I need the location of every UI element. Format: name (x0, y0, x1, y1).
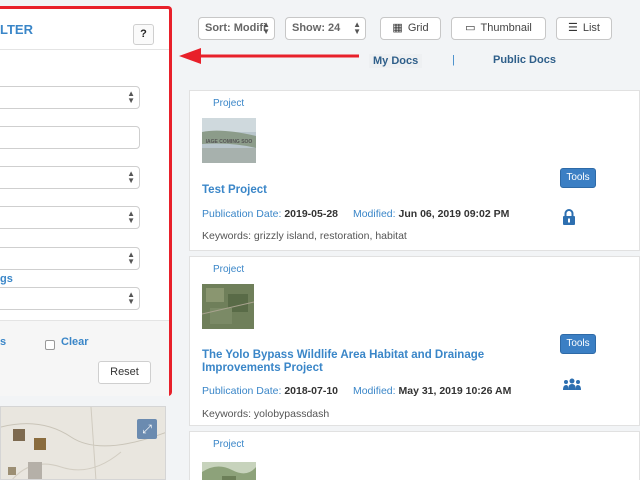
doc-type-label: Project (213, 264, 245, 275)
thumbnail-image (202, 284, 254, 329)
results-list: Project IAGE COMING SOO Test Project Pub… (189, 90, 640, 480)
tab-separator: | (452, 54, 455, 66)
doc-title-link[interactable]: The Yolo Bypass Wildlife Area Habitat an… (202, 349, 502, 375)
modified-value: Jun 06, 2019 09:02 PM (398, 208, 510, 220)
list-view-button[interactable]: ☰ List (556, 17, 612, 40)
doc-type-label: Project (213, 439, 245, 450)
modified-label: Modified: (352, 208, 396, 220)
list-label: List (582, 22, 600, 34)
show-dropdown[interactable]: Show: 24 ▲ ▼ (285, 17, 366, 40)
annotation-arrow-icon (179, 48, 359, 64)
doc-dates: Publication Date: 2019-05-28 Modified: J… (202, 208, 509, 220)
clear-label[interactable]: Clear (61, 336, 89, 348)
select-arrows-icon: ▲ ▼ (127, 209, 135, 225)
pub-date-label: Publication Date: (202, 208, 282, 220)
tags-label: gs (0, 273, 13, 285)
select-arrows-icon: ▲ ▼ (127, 169, 135, 185)
footer-link[interactable]: s (0, 336, 6, 348)
show-label: Show: 24 (292, 22, 341, 34)
filter-footer: s Clear Reset (0, 320, 169, 396)
list-icon: ☰ (568, 22, 578, 34)
filter-select-3[interactable]: ▲ ▼ (0, 206, 140, 229)
thumbnail-label: Thumbnail (480, 22, 532, 34)
tools-button[interactable]: Tools (560, 334, 596, 354)
select-arrows-icon: ▲ ▼ (353, 20, 361, 36)
pub-date-label: Publication Date: (202, 385, 282, 397)
doc-keywords: Keywords: grizzly island, restoration, h… (202, 230, 407, 242)
select-arrows-icon: ▲ ▼ (127, 290, 135, 306)
thumbnail-image (202, 462, 256, 480)
sort-dropdown[interactable]: Sort: Modifi ▲ ▼ (198, 17, 275, 40)
sort-label: Sort: Modifi (205, 22, 267, 34)
divider (0, 49, 169, 50)
filter-select-1[interactable]: ▲ ▼ (0, 86, 140, 109)
doc-dates: Publication Date: 2018-07-10 Modified: M… (202, 385, 511, 397)
list-item: Project IAGE COMING SOO Test Project Pub… (189, 90, 640, 251)
filter-text-input[interactable] (0, 126, 140, 149)
map-terrain (1, 407, 165, 479)
grid-view-button[interactable]: ▦ Grid (380, 17, 441, 40)
expand-icon[interactable]: ⤢ (137, 419, 157, 439)
doc-thumbnail[interactable] (202, 462, 256, 480)
filter-title: LTER (0, 22, 33, 37)
tab-my-docs[interactable]: My Docs (369, 54, 423, 68)
doc-keywords: Keywords: yolobypassdash (202, 408, 330, 420)
filter-panel: LTER ? ▲ ▼ ▲ ▼ ▲ ▼ ▲ ▼ gs ▲ ▼ s Clear Reset (0, 6, 172, 396)
list-item: Project (189, 431, 640, 480)
doc-title-link[interactable]: Test Project (202, 184, 542, 197)
map-preview[interactable]: ⤢ (0, 406, 166, 480)
filter-select-4[interactable]: ▲ ▼ (0, 247, 140, 270)
thumbnail-caption: IAGE COMING SOO (205, 139, 253, 145)
select-arrows-icon: ▲ ▼ (127, 250, 135, 266)
doc-thumbnail[interactable] (202, 284, 254, 329)
grid-label: Grid (407, 22, 429, 34)
doc-thumbnail[interactable]: IAGE COMING SOO (202, 118, 256, 163)
help-button[interactable]: ? (133, 24, 154, 45)
group-icon (563, 378, 581, 390)
list-item: Project The Yolo Bypass Wildlife Area Ha… (189, 256, 640, 426)
thumbnail-icon: ▭ (465, 22, 476, 34)
lock-icon (563, 209, 575, 225)
select-arrows-icon: ▲ ▼ (262, 20, 270, 36)
reset-button[interactable]: Reset (98, 361, 151, 384)
grid-icon: ▦ (392, 22, 403, 34)
modified-value: May 31, 2019 10:26 AM (398, 385, 512, 397)
tags-select[interactable]: ▲ ▼ (0, 287, 140, 310)
pub-date-value: 2019-05-28 (284, 208, 339, 220)
clear-checkbox[interactable] (45, 340, 55, 350)
select-arrows-icon: ▲ ▼ (127, 89, 135, 105)
tab-public-docs[interactable]: Public Docs (493, 54, 556, 66)
modified-label: Modified: (352, 385, 396, 397)
pub-date-value: 2018-07-10 (284, 385, 339, 397)
tools-button[interactable]: Tools (560, 168, 596, 188)
thumbnail-view-button[interactable]: ▭ Thumbnail (451, 17, 546, 40)
doc-type-label: Project (213, 98, 245, 109)
filter-select-2[interactable]: ▲ ▼ (0, 166, 140, 189)
